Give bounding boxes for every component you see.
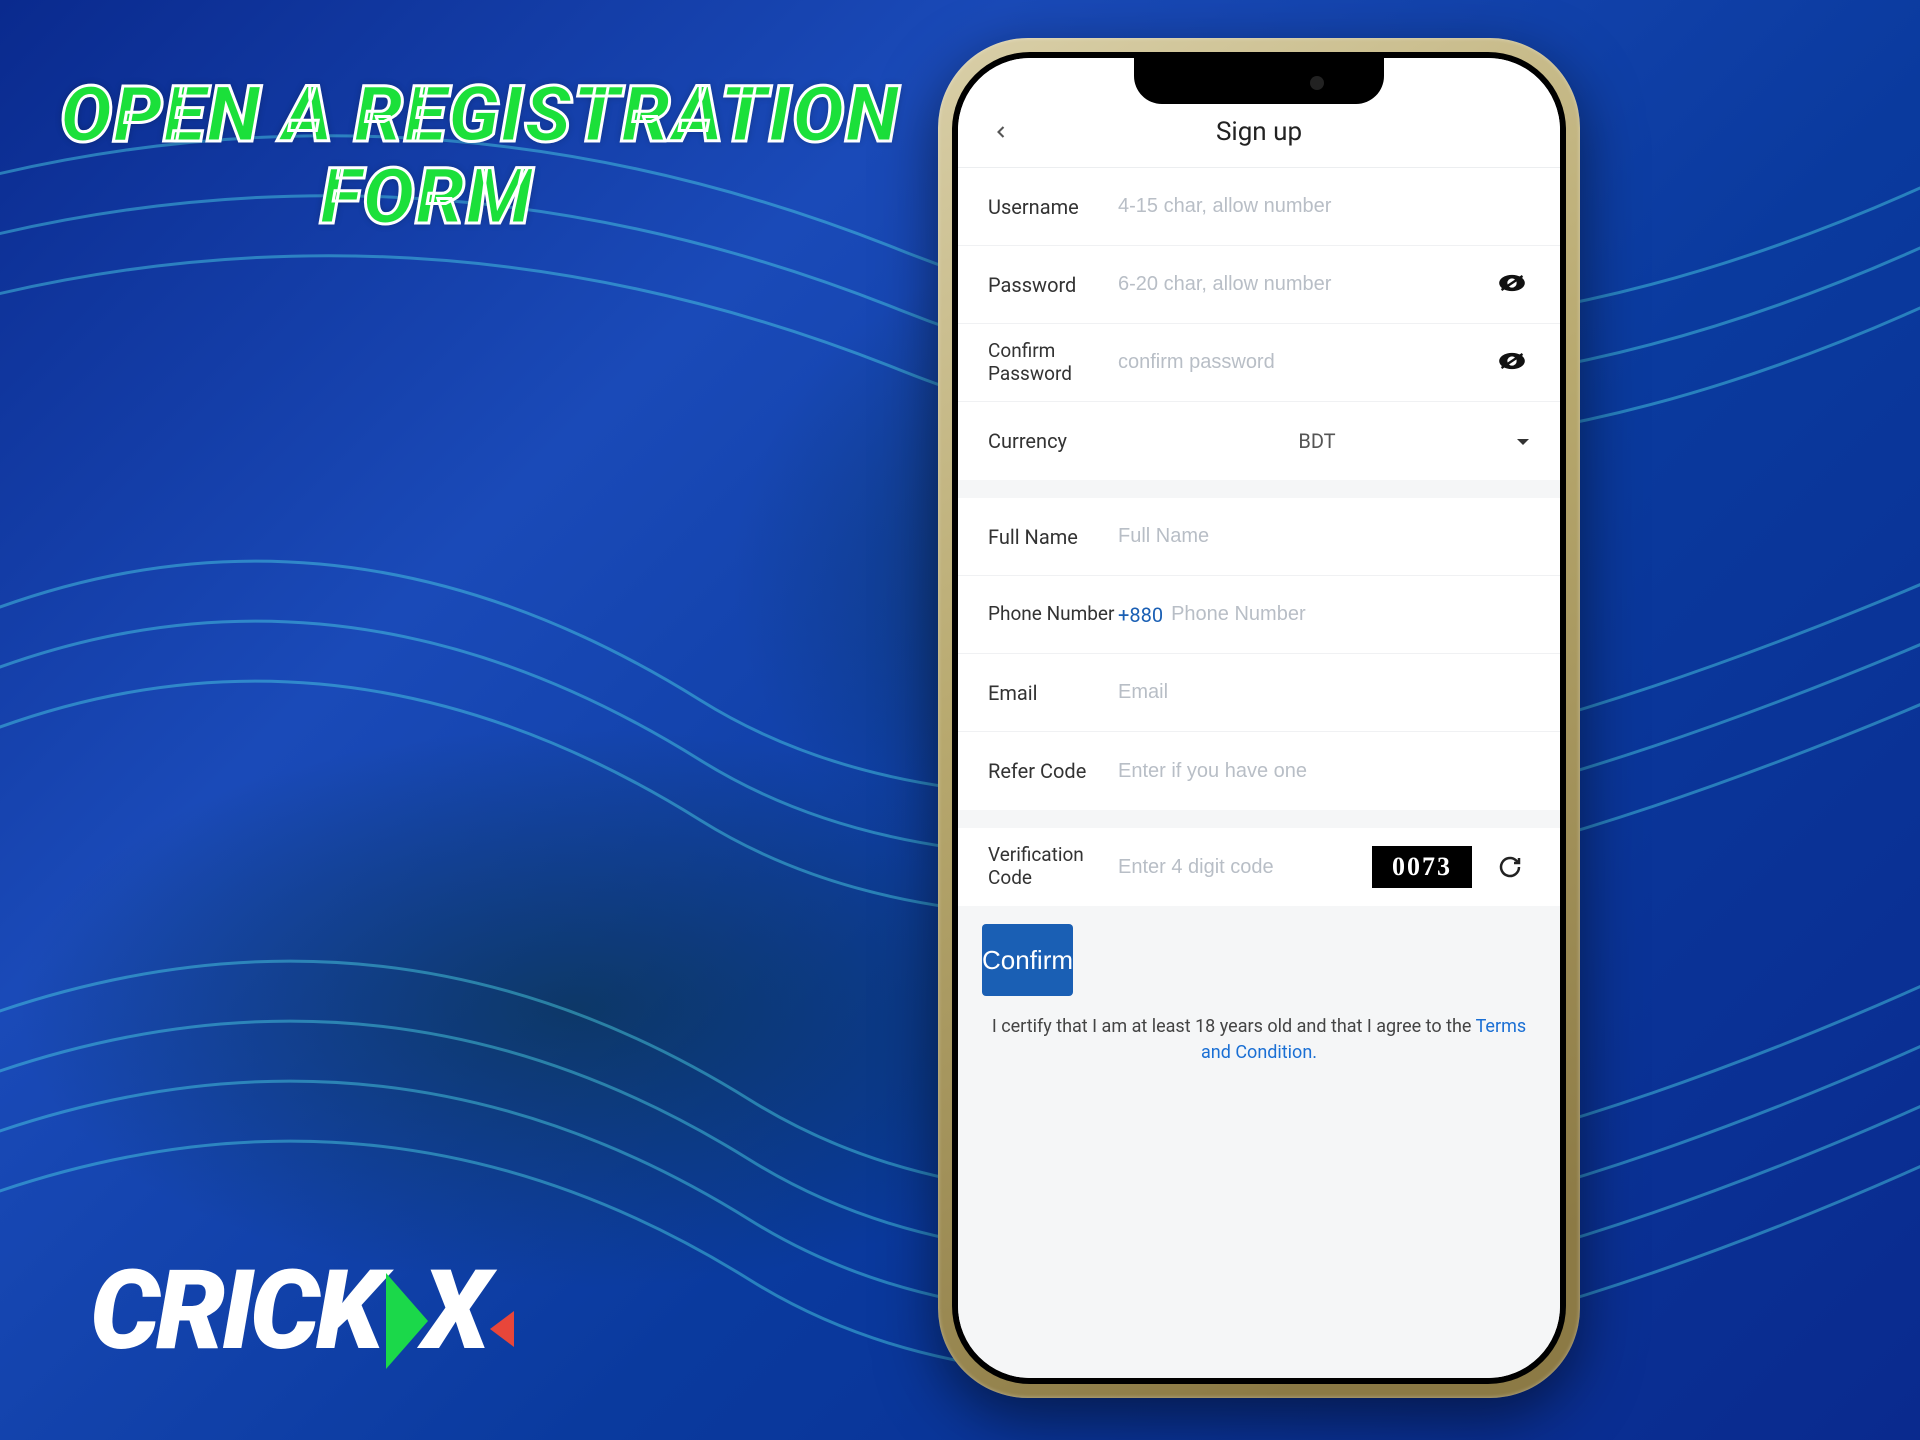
refer-input[interactable] xyxy=(1118,760,1530,783)
email-label: Email xyxy=(988,681,1118,705)
currency-value: BDT xyxy=(1118,429,1516,453)
refresh-icon xyxy=(1498,855,1522,879)
phone-label: Phone Number xyxy=(988,603,1118,626)
logo-text-1: CRICK xyxy=(90,1246,380,1375)
refer-label: Refer Code xyxy=(988,759,1118,783)
phone-row: Phone Number +880 xyxy=(958,576,1560,654)
confirm-password-label: Confirm Password xyxy=(988,340,1118,386)
headline: OPEN A REGISTRATION FORM xyxy=(60,75,900,239)
username-label: Username xyxy=(988,195,1118,219)
caret-down-icon xyxy=(1516,437,1530,447)
username-row: Username xyxy=(958,168,1560,246)
headline-line2: FORM xyxy=(60,157,900,239)
password-visibility-toggle[interactable] xyxy=(1498,273,1530,297)
password-row: Password xyxy=(958,246,1560,324)
phone-prefix[interactable]: +880 xyxy=(1118,603,1163,627)
captcha-refresh-button[interactable] xyxy=(1490,855,1530,879)
password-label: Password xyxy=(988,273,1118,297)
brand-logo: CRICK X xyxy=(90,1246,486,1375)
currency-dropdown-icon xyxy=(1516,432,1530,451)
fullname-input[interactable] xyxy=(1118,525,1530,548)
logo-accent-icon xyxy=(490,1311,514,1347)
password-input[interactable] xyxy=(1118,273,1498,296)
confirm-password-input[interactable] xyxy=(1118,351,1498,374)
verification-row: Verification Code 0073 xyxy=(958,828,1560,906)
confirm-password-visibility-toggle[interactable] xyxy=(1498,351,1530,375)
logo-arrow-icon xyxy=(386,1273,428,1369)
phone-input[interactable] xyxy=(1171,603,1530,626)
logo-text-2: X xyxy=(422,1246,486,1375)
confirm-password-row: Confirm Password xyxy=(958,324,1560,402)
phone-notch xyxy=(1134,58,1384,104)
eye-off-icon xyxy=(1498,351,1526,371)
email-row: Email xyxy=(958,654,1560,732)
headline-line1: OPEN A REGISTRATION xyxy=(60,70,900,161)
eye-off-icon xyxy=(1498,273,1526,293)
certify-text: I certify that I am at least 18 years ol… xyxy=(958,1014,1560,1096)
username-input[interactable] xyxy=(1118,195,1530,218)
back-button[interactable] xyxy=(986,117,1016,147)
captcha-image: 0073 xyxy=(1372,846,1472,888)
phone-frame: Sign up Username Password xyxy=(938,38,1580,1398)
fullname-row: Full Name xyxy=(958,498,1560,576)
certify-statement: I certify that I am at least 18 years ol… xyxy=(992,1016,1476,1037)
email-input[interactable] xyxy=(1118,681,1530,704)
confirm-button[interactable]: Confirm xyxy=(982,924,1073,996)
currency-row[interactable]: Currency BDT xyxy=(958,402,1560,480)
verification-label: Verification Code xyxy=(988,844,1118,890)
page-title: Sign up xyxy=(1216,117,1302,147)
currency-label: Currency xyxy=(988,429,1118,453)
chevron-left-icon xyxy=(991,122,1011,142)
fullname-label: Full Name xyxy=(988,525,1118,549)
verification-input[interactable] xyxy=(1118,856,1360,879)
refer-row: Refer Code xyxy=(958,732,1560,810)
